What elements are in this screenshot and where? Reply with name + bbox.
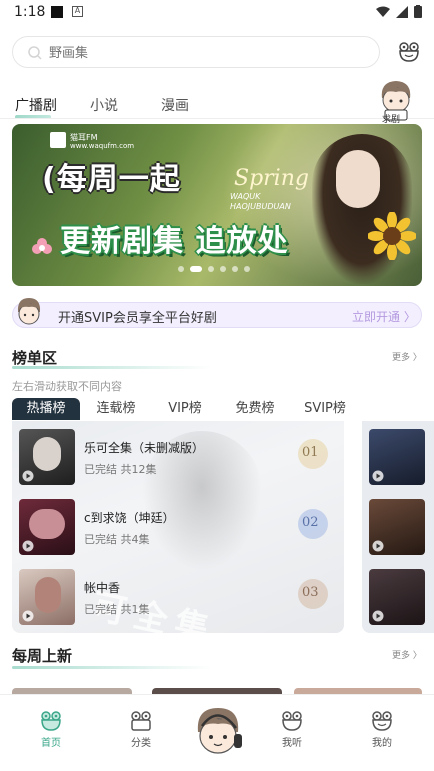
category-tabs: 广播剧 小说 漫画 (0, 95, 434, 119)
rank-number: 02 (302, 515, 319, 530)
tab-novel[interactable]: 小说 (90, 95, 118, 115)
hot-ranking-panel: 可全集 乐可全集（未删减版） 已完结 共12集 01 c到求饶（坤廷） 已完结 … (12, 421, 344, 633)
svip-promo-text: 开通SVIP会员享全平台好剧 (58, 311, 217, 326)
ranking-item[interactable]: 乐可全集（未删减版） 已完结 共12集 01 (12, 427, 344, 487)
tabs-divider (0, 118, 434, 119)
rank-number: 01 (302, 445, 319, 460)
nav-category-label: 分类 (131, 738, 151, 749)
search-icon (28, 46, 42, 60)
nav-profile-label: 我的 (372, 738, 392, 749)
drama-title: 乐可全集（未删减版） (84, 441, 205, 455)
nav-listening[interactable]: 我听 (262, 711, 322, 749)
banner-dot[interactable] (178, 266, 184, 272)
banner-dot[interactable] (244, 266, 250, 272)
profile-frog-icon (372, 711, 392, 731)
ranking-section-title: 榜单区 (12, 349, 58, 367)
home-frog-icon (41, 711, 61, 731)
nav-listening-label: 我听 (282, 738, 302, 749)
promo-banner[interactable]: 猫耳FM www.waqufm.com (每周一起 Spring WAQUK H… (12, 124, 422, 286)
ranking-item[interactable]: 帐中香 已完结 共1集 03 (12, 567, 344, 627)
banner-dot[interactable] (220, 266, 226, 272)
banner-url: www.waqufm.com (70, 142, 135, 150)
banner-brand-logo (50, 132, 66, 148)
a-notification-icon: A (72, 6, 83, 17)
search-input[interactable] (49, 43, 349, 63)
nav-home[interactable]: 首页 (21, 711, 81, 749)
ranking-title-underline (12, 366, 212, 369)
tab-svip-ranking[interactable]: SVIP榜 (295, 398, 355, 420)
banner-title-line1: (每周一起 (42, 162, 181, 197)
nav-category[interactable]: 分类 (111, 711, 171, 749)
listening-frog-icon (282, 711, 302, 731)
wifi-icon (376, 6, 390, 17)
frog-icon[interactable] (398, 42, 420, 62)
svip-mascot-icon (17, 298, 41, 325)
tab-hot-ranking[interactable]: 热播榜 (12, 398, 80, 420)
play-icon (22, 540, 34, 552)
battery-icon (414, 5, 422, 18)
tab-broadcast-drama[interactable]: 广播剧 (15, 95, 57, 115)
flower-decoration-icon (32, 238, 52, 254)
status-bar: 1:18 A (0, 0, 434, 24)
drama-cover (19, 499, 75, 555)
tab-vip-ranking[interactable]: VIP榜 (155, 398, 215, 420)
weekly-title-underline (12, 666, 212, 669)
svip-open-button[interactable]: 立即开通 〉 (352, 308, 416, 325)
play-icon (372, 610, 384, 622)
rank-number: 03 (302, 585, 319, 600)
weekly-more-link[interactable]: 更多 〉 (392, 648, 422, 661)
drama-cover (19, 569, 75, 625)
drama-title: c到求饶（坤廷） (84, 511, 175, 525)
banner-character-face (336, 150, 380, 208)
tab-free-ranking[interactable]: 免费榜 (225, 398, 285, 420)
drama-title: 帐中香 (84, 581, 121, 595)
drama-meta: 已完结 共4集 (84, 533, 150, 546)
banner-spring-sub: WAQUK HAOJUBUDUAN (230, 192, 291, 211)
banner-spring: Spring (234, 166, 309, 191)
ranking-tabs: 热播榜 连载榜 VIP榜 免费榜 SVIP榜 (12, 398, 422, 422)
play-icon (22, 470, 34, 482)
drama-meta: 已完结 共12集 (84, 463, 157, 476)
ranking-more-link[interactable]: 更多 〉 (392, 350, 422, 363)
nav-profile[interactable]: 我的 (352, 711, 412, 749)
ranking-item[interactable]: c到求饶（坤廷） 已完结 共4集 02 (12, 497, 344, 557)
drama-cover (369, 569, 425, 625)
search-bar[interactable] (12, 36, 380, 68)
tab-serial-ranking[interactable]: 连载榜 (86, 398, 146, 420)
banner-title-line2: 更新剧集 追放处 (60, 224, 289, 259)
banner-pagination (178, 266, 250, 272)
category-frog-icon (131, 711, 151, 731)
tab-comic[interactable]: 漫画 (161, 95, 189, 115)
weekly-section-title: 每周上新 (12, 647, 73, 665)
serial-ranking-panel-peek[interactable] (362, 421, 434, 633)
status-time: 1:18 (14, 4, 46, 20)
play-icon (372, 540, 384, 552)
play-icon (372, 470, 384, 482)
banner-dot-active[interactable] (190, 266, 202, 272)
notification-icon (51, 6, 63, 18)
drama-cover (369, 499, 425, 555)
nav-home-label: 首页 (41, 738, 61, 749)
play-icon (22, 610, 34, 622)
center-play-mascot[interactable] (190, 704, 246, 760)
sunflower-icon (368, 212, 416, 260)
ranking-hint: 左右滑动获取不同内容 (12, 380, 122, 393)
banner-dot[interactable] (208, 266, 214, 272)
drama-cover (19, 429, 75, 485)
banner-dot[interactable] (232, 266, 238, 272)
signal-icon (396, 5, 408, 18)
drama-meta: 已完结 共1集 (84, 603, 150, 616)
drama-cover (369, 429, 425, 485)
